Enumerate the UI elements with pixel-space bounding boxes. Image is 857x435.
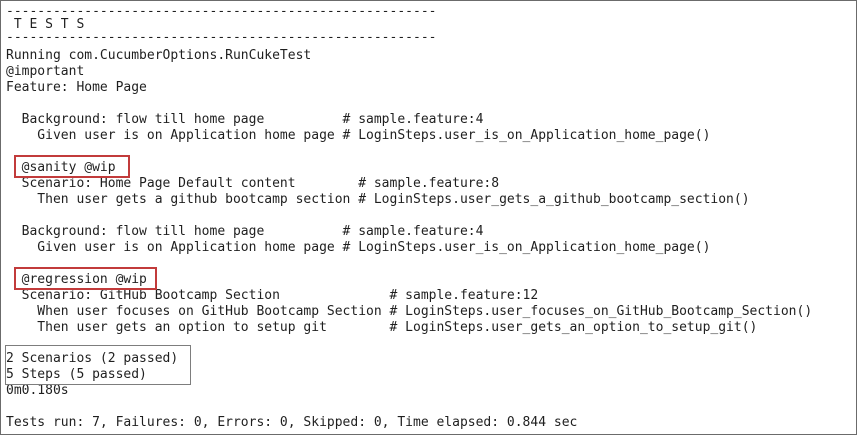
scenario-line: Scenario: Home Page Default content # sa… [6, 176, 500, 191]
step-line: Given user is on Application home page #… [6, 240, 711, 255]
test-results-line: Tests run: 7, Failures: 0, Errors: 0, Sk… [6, 415, 578, 430]
step-line: Then user gets an option to setup git # … [6, 320, 758, 335]
regression-wip-highlight-box [14, 267, 157, 290]
step-line: Then user gets a github bootcamp section… [6, 192, 750, 207]
background-line: Background: flow till home page # sample… [6, 112, 484, 127]
running-line: Running com.CucumberOptions.RunCukeTest [6, 48, 312, 63]
background-line: Background: flow till home page # sample… [6, 224, 484, 239]
duration-line: 0m0.180s [6, 383, 69, 398]
summary-box [5, 345, 191, 385]
step-line: Given user is on Application home page #… [6, 128, 711, 143]
scenario-line: Scenario: GitHub Bootcamp Section # samp… [6, 288, 539, 303]
step-line: When user focuses on GitHub Bootcamp Sec… [6, 304, 813, 319]
console-output: ----------------------------------------… [0, 0, 857, 435]
separator-line: ----------------------------------------… [6, 30, 437, 45]
feature-line: Feature: Home Page [6, 80, 147, 95]
feature-tag-line: @important [6, 64, 85, 79]
sanity-wip-highlight-box [14, 155, 130, 178]
